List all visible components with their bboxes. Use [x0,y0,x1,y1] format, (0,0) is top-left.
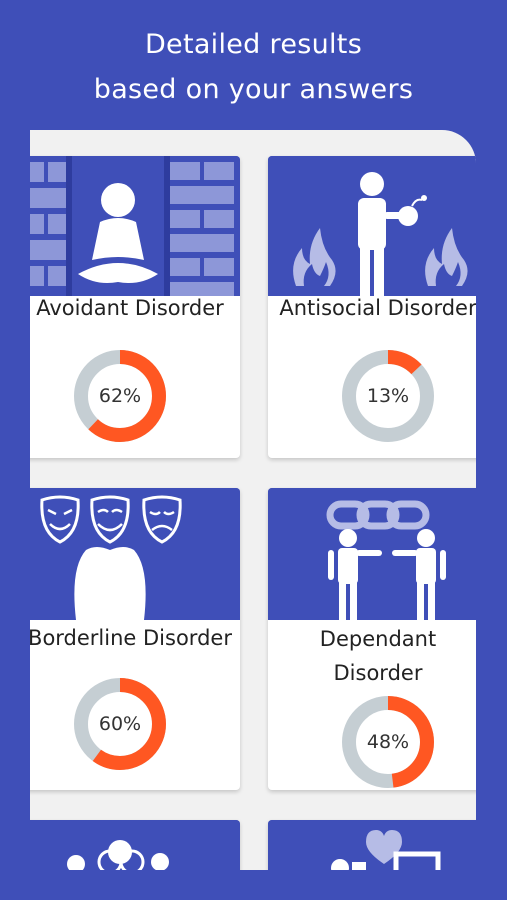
percentage-text: 13% [366,385,410,407]
results-panel: Avoidant Disorder 62% Antisocial Disorde… [30,130,476,870]
percentage-donut: 13% [340,348,436,444]
percentage-donut: 60% [72,676,168,772]
person-meditating-between-walls-icon [30,156,240,296]
percentage-text: 62% [98,385,142,407]
percentage-text: 60% [98,713,142,735]
bottom-bar [0,870,507,900]
heart-and-picture-icon [268,820,476,870]
card-label: Borderline Disorder [30,626,232,650]
card-dependant-disorder[interactable]: Dependant Disorder 48% [268,488,476,790]
card-borderline-disorder[interactable]: Borderline Disorder 60% [30,488,240,790]
card-label: Dependant Disorder [268,622,476,690]
card-partial-left[interactable] [30,820,240,870]
group-of-people-icon [30,820,240,870]
people-with-chain-icon [268,488,476,620]
header-title: Detailed results [144,29,363,60]
theater-masks-icon [30,488,240,620]
percentage-text: 48% [366,731,410,753]
header-subtitle: based on your answers [93,74,414,105]
card-partial-right[interactable] [268,820,476,870]
page-header: Detailed results based on your answers [0,22,507,112]
card-label: Antisocial Disorder [279,296,476,320]
percentage-donut: 48% [340,694,436,790]
person-with-bomb-and-fire-icon [268,156,476,296]
card-label-text: Dependant Disorder [319,627,437,685]
card-label: Avoidant Disorder [36,296,224,320]
card-antisocial-disorder[interactable]: Antisocial Disorder 13% [268,156,476,458]
percentage-donut: 62% [72,348,168,444]
card-avoidant-disorder[interactable]: Avoidant Disorder 62% [30,156,240,458]
